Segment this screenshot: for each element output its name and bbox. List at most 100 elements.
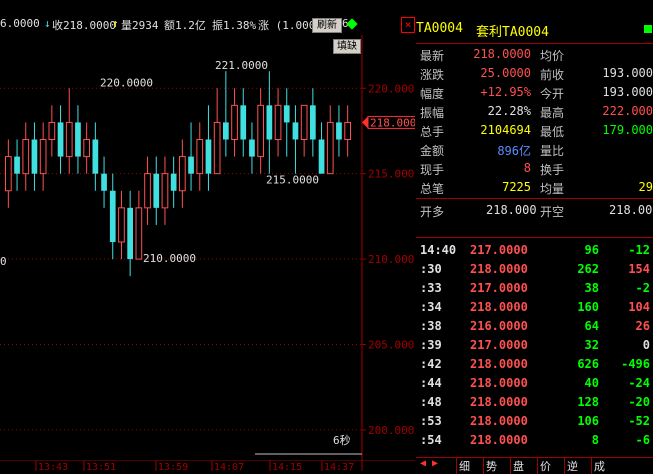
tick-time: :30 (420, 262, 442, 276)
quote-label: 均价 (540, 49, 565, 63)
tick-change: 154 (628, 262, 650, 276)
tick-time: :42 (420, 357, 442, 371)
tick-volume: 38 (584, 281, 599, 295)
kline-chart[interactable]: 220.0000 215.0000 210.0000 205.0000 200.0000… (0, 35, 423, 460)
tick-price: 218.0000 (470, 357, 528, 371)
candle-body-down (223, 122, 229, 140)
fill-gap-button[interactable]: 填缺 (333, 39, 361, 54)
y-tick-label: 220.0000 (368, 82, 415, 95)
panel-tab[interactable]: 成 (591, 458, 605, 474)
current-price-label: 218.0000 (370, 116, 415, 129)
quote-label: 最新 (420, 49, 445, 63)
tick-row: :44 218.0000 40 -24 (416, 375, 653, 393)
time-tick-label: 13:51 (86, 462, 116, 471)
divider (416, 237, 653, 238)
tick-row: :53 218.0000 106 -52 (416, 413, 653, 431)
quote-label: 最高 (540, 106, 565, 120)
candle-body-up (83, 139, 91, 158)
candle-body-down (266, 105, 273, 140)
candle-body-up (274, 104, 282, 141)
quote-value: 218.0000 (473, 47, 531, 61)
time-tick-label: 13:59 (158, 462, 188, 471)
time-tick-label: 13:43 (38, 462, 68, 471)
time-axis-svg: 13:43 13:51 13:59 14:07 14:15 14:37 (0, 459, 415, 473)
candle-body-up (48, 121, 56, 140)
panel-tab[interactable]: 价 (537, 458, 551, 474)
candle-body-down (249, 139, 255, 157)
tick-volume: 106 (577, 414, 599, 428)
tick-volume: 40 (584, 376, 599, 390)
tick-price: 217.0000 (470, 338, 528, 352)
quote-label: 最低 (540, 125, 565, 139)
candle-body-down (153, 173, 160, 208)
tick-volume: 626 (577, 357, 599, 371)
rise-readout: 涨 (1.000 (258, 19, 316, 32)
candle-body-up (5, 156, 12, 192)
quote-row: 振幅 22.28% 最高 222.000 (416, 103, 653, 121)
open-short-value: 218.00 (609, 203, 653, 217)
tick-volume: 64 (584, 319, 599, 333)
amplitude-readout: 振1.38% (212, 19, 257, 32)
tick-row: :42 218.0000 626 -496 (416, 356, 653, 374)
close-icon[interactable]: × (401, 17, 415, 33)
time-axis: 13:43 13:51 13:59 14:07 14:15 14:37 (0, 459, 415, 473)
tick-change: -6 (635, 433, 650, 447)
tick-row: :48 218.0000 128 -20 (416, 394, 653, 412)
tick-volume: 8 (591, 433, 599, 447)
quote-row: 最新 218.0000 均价 (416, 46, 653, 64)
candle-body-up (144, 173, 151, 209)
candle-body-up (39, 139, 47, 175)
quote-value: 8 (523, 161, 531, 175)
contract-name: 套利TA0004 (476, 25, 549, 40)
tick-change: 0 (642, 338, 650, 352)
panel-tab[interactable]: 势 (483, 458, 497, 474)
candle-body-up (161, 173, 169, 209)
kline-svg: 220.0000 215.0000 210.0000 205.0000 200.0000… (0, 35, 423, 460)
candle-body-down (240, 105, 247, 140)
tick-price: 218.0000 (470, 262, 528, 276)
tick-time: 14:40 (420, 243, 457, 257)
quote-value: 29 (638, 180, 653, 194)
candle-body-down (310, 105, 316, 140)
tick-volume: 262 (577, 262, 599, 276)
tick-time: :33 (420, 281, 442, 295)
candle-body-down (14, 156, 20, 174)
open-long-label: 开多 (420, 205, 445, 219)
quote-row: 现手 8 换手 (416, 160, 653, 178)
prev-arrow-icon[interactable]: ◀ (420, 458, 426, 469)
tick-change: 26 (635, 319, 650, 333)
candle-body-up (326, 121, 334, 175)
left-stub-label: 0 (0, 255, 7, 268)
up-arrow-icon: ↑ (112, 17, 119, 30)
tick-time: :38 (420, 319, 442, 333)
candle-body-up (196, 139, 204, 175)
price-readout: 6.0000 (0, 17, 40, 30)
candle-body-up (118, 207, 125, 243)
tick-price: 218.0000 (470, 414, 528, 428)
panel-tab[interactable]: 逆 (564, 458, 578, 474)
panel-header: TA0004 套利TA0004 (416, 15, 653, 44)
tick-price: 218.0000 (470, 300, 528, 314)
interval-label: 6秒 (333, 434, 351, 447)
open-long-value: 218.000 (486, 203, 537, 217)
panel-tab[interactable]: 细 (456, 458, 470, 474)
quote-label: 均量 (540, 182, 565, 196)
refresh-button[interactable]: 刷新 (312, 18, 342, 33)
annotation-215: 215.0000 (266, 174, 319, 187)
tick-change: -2 (635, 281, 650, 295)
amount-readout: 额1.2亿 (164, 19, 206, 32)
tick-time: :53 (420, 414, 442, 428)
quote-panel: TA0004 套利TA0004 最新 218.0000 均价 涨跌 25.0000 前收 1… (416, 15, 653, 474)
quote-label: 换手 (540, 163, 565, 177)
panel-tab[interactable]: 盘 (510, 458, 524, 474)
quote-row: 幅度 +12.95% 今开 193.000 (416, 84, 653, 102)
tick-volume: 160 (577, 300, 599, 314)
tick-change: -20 (628, 395, 650, 409)
candle-body-down (92, 139, 99, 174)
tick-price: 218.0000 (470, 376, 528, 390)
candle-body-down (188, 156, 194, 174)
candle-body-up (344, 121, 351, 140)
tick-row: :34 218.0000 160 104 (416, 299, 653, 317)
next-arrow-icon[interactable]: ▶ (432, 458, 438, 469)
quote-row: 金额 896亿 量比 (416, 141, 653, 159)
